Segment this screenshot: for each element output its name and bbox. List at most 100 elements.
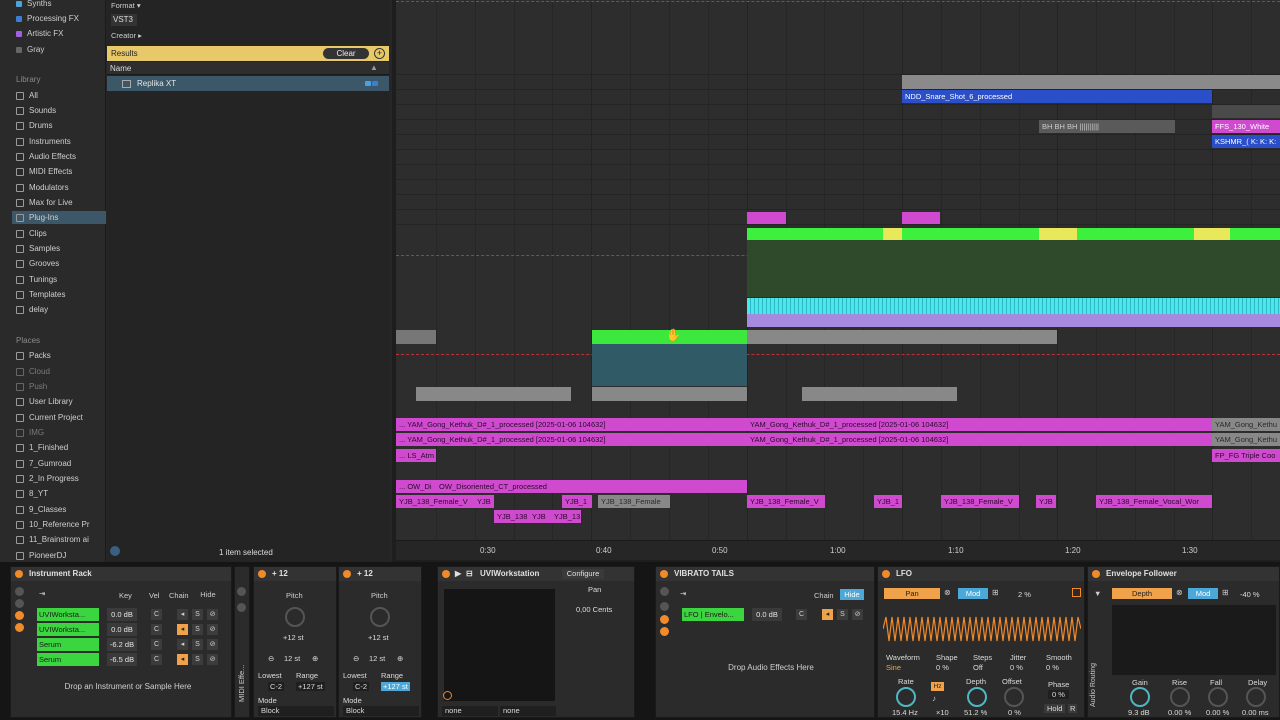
minus-icon[interactable]: ⊖ xyxy=(353,654,359,663)
mod-button[interactable]: Mod xyxy=(958,588,988,599)
place-8-yt[interactable]: 8_YT xyxy=(16,487,48,500)
clip-yellow-part[interactable] xyxy=(1039,228,1077,240)
place-user-library[interactable]: User Library xyxy=(16,395,73,408)
clip-gray[interactable] xyxy=(747,330,1057,344)
library-item-midi-effects[interactable]: MIDI Effects xyxy=(16,165,72,178)
color-tag-gray[interactable]: Gray xyxy=(16,43,44,56)
close-icon[interactable]: ⊗ xyxy=(944,588,951,597)
vst3-tag[interactable]: VST3 xyxy=(111,14,137,26)
clip-yjb[interactable]: YJB_138_Female_V xyxy=(941,495,1019,508)
place-2-in-progress[interactable]: 2_In Progress xyxy=(16,472,79,485)
clip-yjb[interactable]: YJB xyxy=(529,510,551,523)
depth-knob[interactable] xyxy=(967,687,987,707)
strip-icon[interactable] xyxy=(237,603,246,612)
creator-filter[interactable]: Creator ▸ xyxy=(111,31,142,40)
color-tag-artistic-fx[interactable]: Artistic FX xyxy=(16,27,63,40)
offset-knob[interactable] xyxy=(1004,687,1024,707)
arrangement-view[interactable]: NDD_Snare_Shot_6_processed BH BH BH ||||… xyxy=(396,0,1280,560)
midi-to-select[interactable]: none xyxy=(500,706,556,716)
pitch-device-1[interactable]: + 12 Pitch +12 st ⊖ 12 st ⊕ Lowest Range… xyxy=(253,566,337,718)
plus-icon[interactable]: ⊕ xyxy=(397,654,403,663)
clip-yjb[interactable]: YJB_138_Female xyxy=(598,495,670,508)
strip-icon[interactable] xyxy=(237,587,246,596)
speaker-icon[interactable]: ◂ xyxy=(177,639,188,650)
place-current-project[interactable]: Current Project xyxy=(16,411,83,424)
mode-select[interactable]: Block xyxy=(258,706,334,716)
library-item-audio-effects[interactable]: Audio Effects xyxy=(16,150,76,163)
place-11-brainstrom[interactable]: 11_Brainstrom ai xyxy=(16,533,89,546)
midi-effects-strip[interactable]: MIDI Effe... xyxy=(234,566,250,718)
place-img[interactable]: IMG xyxy=(16,426,44,439)
midi-from-select[interactable]: none xyxy=(442,706,498,716)
place-9-classes[interactable]: 9_Classes xyxy=(16,503,66,516)
library-item-max-for-live[interactable]: Max for Live xyxy=(16,196,73,209)
close-icon[interactable]: ⊗ xyxy=(1176,588,1183,597)
time-ruler[interactable]: 0:30 0:40 0:50 1:00 1:10 1:20 1:30 xyxy=(396,540,1280,560)
clip-yam-gong-4[interactable]: YAM_Gong_Kethuk_D#_1_processed [2025-01-… xyxy=(747,433,1212,446)
clip-yjb[interactable]: YJB_138_Female_Vocal_Wor xyxy=(1096,495,1212,508)
route-icon[interactable]: ⊘ xyxy=(207,654,218,665)
clip-yjb[interactable]: YJB_1 xyxy=(562,495,592,508)
result-item[interactable]: Replika XT xyxy=(107,76,389,91)
expand-icon[interactable]: ⊟ xyxy=(466,567,473,581)
clip-pink-small[interactable] xyxy=(902,212,940,224)
clip-yam-gong-6[interactable]: YAM_Gong_Kethu xyxy=(1212,433,1280,446)
add-icon[interactable]: + xyxy=(374,48,385,59)
library-item-grooves[interactable]: Grooves xyxy=(16,257,59,270)
clip-audio-waveform[interactable] xyxy=(592,344,747,386)
add-icon[interactable]: ⊞ xyxy=(1222,588,1229,597)
play-icon[interactable]: ▶ xyxy=(455,567,461,581)
vel-button[interactable]: Vel xyxy=(149,591,159,600)
plus-icon[interactable]: ⊕ xyxy=(312,654,318,663)
power-icon[interactable] xyxy=(15,570,23,578)
clip-lane-filler[interactable] xyxy=(1212,105,1280,118)
hide-button[interactable]: Hide xyxy=(840,589,864,600)
vibrato-tails-rack[interactable]: VIBRATO TAILS ⇥ Chain Hide LFO | Envelo.… xyxy=(655,566,875,718)
clip-gray-bar[interactable] xyxy=(1212,75,1280,89)
clip-gray[interactable] xyxy=(592,387,747,401)
clip-gray[interactable] xyxy=(416,387,571,401)
library-item-all[interactable]: All xyxy=(16,89,38,102)
place-7-gumroad[interactable]: 7_Gumroad xyxy=(16,457,71,470)
library-item-templates[interactable]: Templates xyxy=(16,288,65,301)
clip-yellow-part[interactable] xyxy=(883,228,902,240)
delay-knob[interactable] xyxy=(1246,687,1266,707)
place-pioneerdj[interactable]: PioneerDJ xyxy=(16,549,66,562)
clip-gray[interactable] xyxy=(802,387,957,401)
clip-ffs[interactable]: FFS_130_White xyxy=(1212,120,1280,133)
key-button[interactable]: Key xyxy=(119,591,132,600)
place-cloud[interactable]: Cloud xyxy=(16,365,50,378)
name-column-header[interactable]: Name ▲ xyxy=(107,62,389,75)
route-icon[interactable]: ⊘ xyxy=(207,639,218,650)
rack-mod-icon[interactable] xyxy=(660,627,669,636)
minus-icon[interactable]: ⊖ xyxy=(268,654,274,663)
clip-yam-gong-3[interactable]: ... YAM_Gong_Kethuk_D#_1_processed [2025… xyxy=(396,433,747,446)
clip-yjb[interactable]: YJB_13 xyxy=(551,510,581,523)
library-item-clips[interactable]: Clips xyxy=(16,227,47,240)
power-icon[interactable] xyxy=(258,570,266,578)
pitch-knob[interactable] xyxy=(285,607,305,627)
chevron-down-icon[interactable]: ▼ xyxy=(1094,589,1101,598)
place-1-finished[interactable]: 1_Finished xyxy=(16,441,68,454)
color-tag-processing-fx[interactable]: Processing FX xyxy=(16,12,79,25)
library-item-modulators[interactable]: Modulators xyxy=(16,181,69,194)
drop-instrument-zone[interactable]: Drop an Instrument or Sample Here xyxy=(61,681,195,692)
envelope-display[interactable] xyxy=(1112,605,1276,675)
clip-yam-gong-5[interactable]: YAM_Gong_Kethu xyxy=(1212,418,1280,431)
clip-ow-1[interactable]: ... OW_Di xyxy=(396,480,436,493)
rate-knob[interactable] xyxy=(896,687,916,707)
clip-yjb[interactable]: YJB_138_Female_V xyxy=(396,495,474,508)
place-packs[interactable]: Packs xyxy=(16,349,51,362)
library-item-drums[interactable]: Drums xyxy=(16,119,53,132)
gain-knob[interactable] xyxy=(1130,687,1150,707)
library-item-plug-ins[interactable]: Plug-Ins xyxy=(12,211,106,224)
rack-mod-icon[interactable] xyxy=(15,623,24,632)
clip-yjb[interactable]: YJB xyxy=(1036,495,1056,508)
waveform-select[interactable]: Sine xyxy=(886,663,901,672)
chain-button[interactable]: Chain xyxy=(169,591,189,600)
clip-yam-gong-2[interactable]: YAM_Gong_Kethuk_D#_1_processed [2025-01-… xyxy=(747,418,1212,431)
hold-button[interactable]: Hold xyxy=(1044,704,1066,713)
power-icon[interactable] xyxy=(1092,570,1100,578)
clip-gray[interactable] xyxy=(396,330,436,344)
route-icon[interactable]: ⊘ xyxy=(207,624,218,635)
